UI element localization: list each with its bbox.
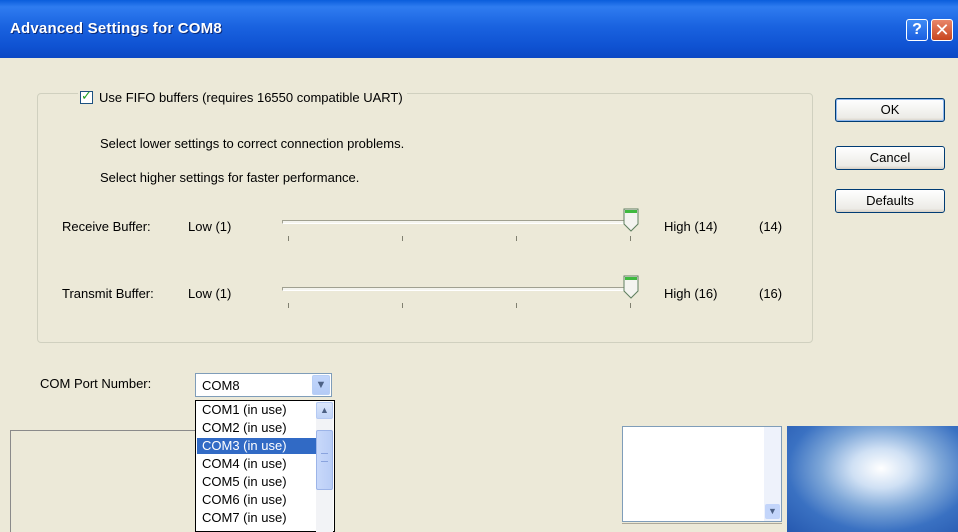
fifo-checkbox[interactable]: ✓ bbox=[80, 87, 93, 104]
receive-buffer-slider-track[interactable] bbox=[282, 220, 632, 224]
com-port-selected-value: COM8 bbox=[202, 378, 240, 393]
receive-buffer-high-label: High (14) bbox=[664, 219, 718, 234]
receive-buffer-tick bbox=[516, 236, 517, 241]
receive-buffer-tick bbox=[402, 236, 403, 241]
transmit-buffer-value: (16) bbox=[759, 286, 783, 301]
receive-buffer-low-label: Low (1) bbox=[188, 219, 232, 234]
window-title: Advanced Settings for COM8 bbox=[10, 20, 222, 37]
chevron-up-icon[interactable]: ▲ bbox=[316, 402, 333, 419]
grip-icon bbox=[321, 453, 328, 462]
close-button[interactable]: ✕ bbox=[931, 19, 953, 41]
hint-lower-settings: Select lower settings to correct connect… bbox=[100, 136, 405, 151]
com-port-dropdown-list[interactable]: COM1 (in use) COM2 (in use) COM3 (in use… bbox=[195, 400, 335, 532]
dropdown-scrollbar-thumb[interactable] bbox=[316, 430, 333, 490]
transmit-buffer-slider-thumb[interactable] bbox=[623, 275, 639, 299]
receive-buffer-tick bbox=[288, 236, 289, 241]
transmit-buffer-slider-track[interactable] bbox=[282, 287, 632, 291]
background-window: ▼ bbox=[0, 426, 958, 532]
com-port-option[interactable]: COM5 (in use) bbox=[197, 474, 316, 490]
transmit-buffer-label: Transmit Buffer: bbox=[62, 286, 154, 301]
checkmark-icon: ✓ bbox=[81, 87, 92, 103]
com-port-option[interactable]: COM6 (in use) bbox=[197, 492, 316, 508]
background-list-box: ▼ bbox=[622, 426, 782, 522]
receive-buffer-tick bbox=[630, 236, 631, 241]
transmit-buffer-tick bbox=[288, 303, 289, 308]
background-divider bbox=[622, 523, 782, 532]
desktop-wallpaper bbox=[787, 426, 958, 532]
background-left-pane bbox=[10, 430, 205, 532]
transmit-buffer-low-label: Low (1) bbox=[188, 286, 232, 301]
background-scrollbar: ▼ bbox=[764, 427, 781, 521]
com-port-select[interactable]: COM8 ▼ bbox=[195, 373, 332, 397]
fifo-checkbox-label[interactable]: Use FIFO buffers (requires 16550 compati… bbox=[99, 90, 403, 105]
com-port-option[interactable]: COM7 (in use) bbox=[197, 510, 316, 526]
com-port-option[interactable]: COM1 (in use) bbox=[197, 402, 316, 418]
receive-buffer-slider-thumb[interactable] bbox=[623, 208, 639, 232]
transmit-buffer-tick bbox=[402, 303, 403, 308]
com-port-option-highlighted[interactable]: COM3 (in use) bbox=[197, 438, 316, 454]
ok-button[interactable]: OK bbox=[835, 98, 945, 122]
advanced-settings-dialog: ✓ Use FIFO buffers (requires 16550 compa… bbox=[0, 58, 958, 426]
chevron-down-icon[interactable]: ▼ bbox=[312, 375, 330, 395]
dropdown-scrollbar[interactable]: ▲ bbox=[316, 402, 333, 532]
transmit-buffer-tick bbox=[516, 303, 517, 308]
com-port-option[interactable]: COM2 (in use) bbox=[197, 420, 316, 436]
help-button[interactable]: ? bbox=[906, 19, 928, 41]
title-bar[interactable]: Advanced Settings for COM8 ? ✕ bbox=[0, 0, 958, 58]
defaults-button[interactable]: Defaults bbox=[835, 189, 945, 213]
transmit-buffer-tick bbox=[630, 303, 631, 308]
com-port-option[interactable]: COM4 (in use) bbox=[197, 456, 316, 472]
com-port-label: COM Port Number: bbox=[40, 376, 152, 391]
background-middle-pane bbox=[335, 430, 620, 532]
fifo-checkbox-row[interactable]: ✓ Use FIFO buffers (requires 16550 compa… bbox=[78, 88, 407, 106]
cancel-button[interactable]: Cancel bbox=[835, 146, 945, 170]
transmit-buffer-high-label: High (16) bbox=[664, 286, 718, 301]
receive-buffer-label: Receive Buffer: bbox=[62, 219, 151, 234]
hint-higher-settings: Select higher settings for faster perfor… bbox=[100, 170, 360, 185]
receive-buffer-value: (14) bbox=[759, 219, 783, 234]
chevron-down-icon: ▼ bbox=[765, 504, 780, 519]
fifo-groupbox bbox=[37, 93, 813, 343]
